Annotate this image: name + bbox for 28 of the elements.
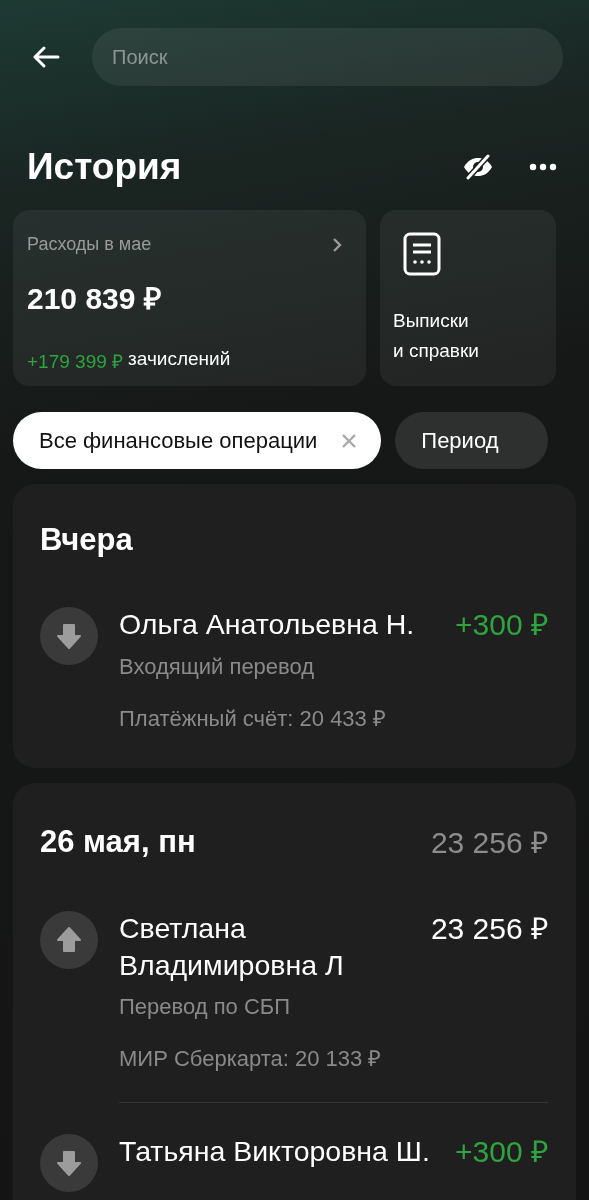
page-title: История [27, 146, 182, 188]
payer-name: Светлана Владимировна Л [119, 911, 345, 983]
filter-chip[interactable]: Все финансовые операции [13, 412, 382, 469]
day-title: Вчера [40, 522, 133, 558]
income-amount: +179 399 ₽ [27, 350, 124, 374]
hidden-eye-icon[interactable] [461, 154, 495, 180]
payer-name: Татьяна Викторовна Ш. [119, 1134, 431, 1169]
document-icon [403, 232, 441, 276]
expenses-label: Расходы в мае [27, 234, 152, 255]
transaction-amount: +300 ₽ [455, 1134, 548, 1170]
account-balance: МИР Сберкарта: 20 133 ₽ [119, 1045, 383, 1072]
income-label: зачислений [128, 348, 231, 371]
back-arrow-icon[interactable] [32, 45, 60, 69]
statements-card[interactable]: Выписки и справки [380, 210, 556, 386]
transaction-type: Перевод по СБП [119, 994, 292, 1020]
more-icon[interactable] [529, 163, 557, 171]
statements-label: Выписки и справки [393, 309, 480, 363]
payer-name: Ольга Анатольевна Н. [119, 607, 416, 642]
day-total: 23 256 ₽ [430, 825, 548, 861]
day-title: 26 мая, пн [40, 823, 196, 860]
transaction-type: Входящий перевод [119, 654, 316, 680]
expenses-card[interactable]: Расходы в мае 210 839 ₽ +179 399 ₽ зачислений [13, 210, 366, 386]
chevron-right-icon [332, 236, 342, 253]
expenses-amount: 210 839 ₽ [27, 281, 162, 317]
transaction-amount: +300 ₽ [455, 607, 548, 643]
account-balance: Платёжный счёт: 20 433 ₽ [119, 705, 387, 732]
filter-chip[interactable]: Период [395, 412, 549, 469]
transaction-amount: 23 256 ₽ [430, 911, 548, 947]
